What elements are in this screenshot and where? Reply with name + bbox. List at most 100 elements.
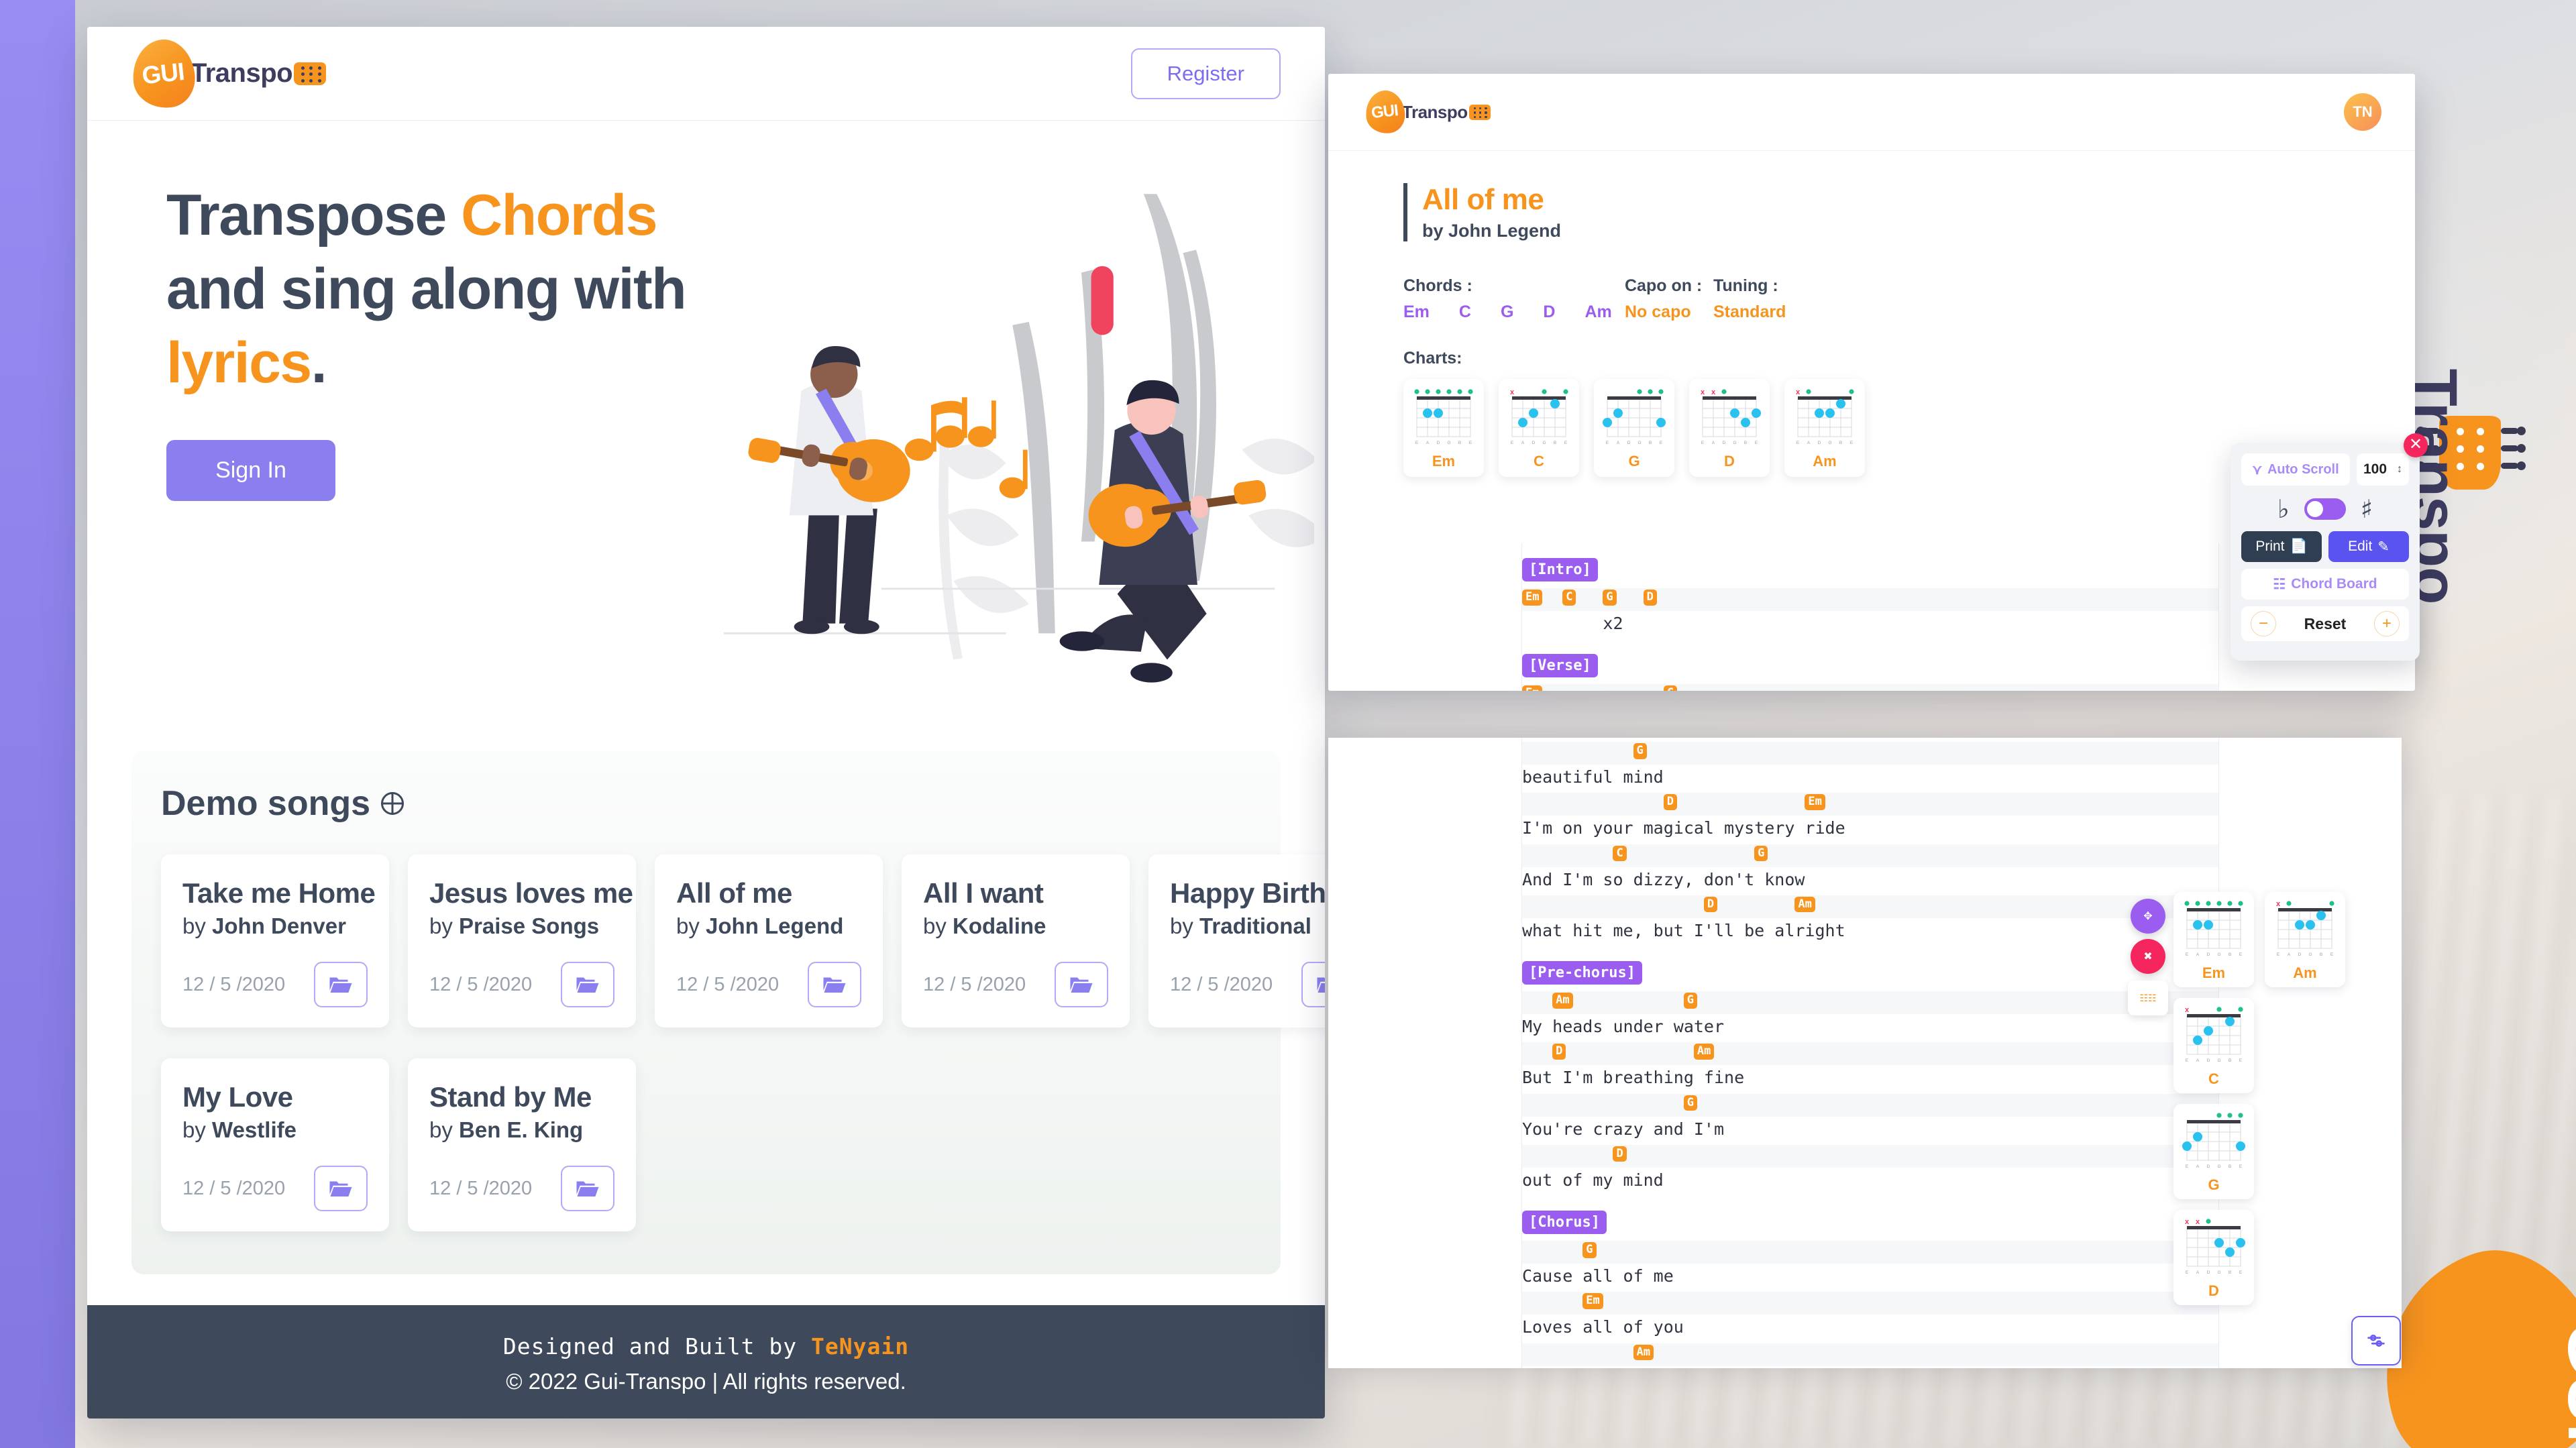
svg-text:G: G — [1733, 441, 1736, 445]
chord-board-button[interactable]: ☷ Chord Board — [2241, 569, 2409, 600]
chord-chip[interactable]: Am — [1552, 993, 1573, 1009]
close-circle-icon[interactable]: ✖ — [2131, 939, 2165, 974]
open-song-button[interactable] — [314, 962, 368, 1007]
chord-chart-card[interactable]: xx E A D G B E D — [2174, 1210, 2254, 1305]
chord-chip[interactable]: Em — [1522, 590, 1543, 606]
tuning-value: Standard — [1713, 302, 1786, 321]
svg-text:E: E — [2186, 1058, 2189, 1063]
song-card[interactable]: All of me by John Legend 12 / 5 /2020 — [655, 854, 883, 1027]
open-song-button[interactable] — [314, 1166, 368, 1211]
section-tag: [Intro] — [1522, 558, 1598, 581]
chord-chip[interactable]: C — [1663, 685, 1677, 691]
chord-chip[interactable]: Em — [1805, 794, 1825, 810]
song-card[interactable]: Jesus loves me by Praise Songs 12 / 5 /202… — [408, 854, 636, 1027]
song-meta-row: Chords : Em C G D Am Capo on : No capo Tunin… — [1403, 276, 2415, 322]
settings-sliders-button[interactable] — [2351, 1316, 2401, 1366]
chord-line: Em C G D — [1522, 588, 2218, 611]
chord-chip[interactable]: Am — [1693, 1044, 1715, 1060]
svg-text:D: D — [2298, 952, 2302, 957]
chord-chart-card[interactable]: x E A D G B E Am — [2265, 892, 2345, 987]
board-frame-icon: ☷ — [2273, 576, 2286, 592]
auto-scroll-button[interactable]: ⋎ Auto Scroll — [2241, 453, 2350, 486]
chord-chip[interactable]: Em — [1582, 1293, 1603, 1309]
song-card[interactable]: My Love by Westlife 12 / 5 /2020 — [161, 1058, 389, 1231]
song-card-artist: by Kodaline — [923, 913, 1046, 938]
chord-chart-card[interactable]: xx E A D G B E D — [1689, 379, 1770, 477]
chord-diagram-C: x E A D G B E — [2185, 1006, 2243, 1063]
brand-logo[interactable]: GUI Transpo — [129, 36, 327, 111]
flat-sharp-toggle[interactable] — [2304, 498, 2346, 520]
song-navbar: GUI Transpo TN — [1328, 74, 2415, 151]
chord-board-label: Chord Board — [2291, 576, 2377, 592]
open-song-button[interactable] — [1055, 962, 1108, 1007]
lyrics-scroll-area[interactable]: Gbeautiful mind D Em I'm on your magical my… — [1521, 738, 2219, 1368]
edit-button[interactable]: Edit ✎ — [2328, 531, 2409, 562]
hero-line2: and sing along with — [166, 257, 687, 322]
register-button[interactable]: Register — [1130, 48, 1281, 99]
svg-text:B: B — [2229, 1164, 2231, 1169]
svg-text:D: D — [2207, 952, 2210, 957]
print-button[interactable]: Print 📄 — [2241, 531, 2322, 562]
folder-open-icon — [823, 977, 846, 993]
chord-chart-card[interactable]: x E A D G B E C — [1499, 379, 1579, 477]
chord-chip[interactable]: C — [1562, 590, 1576, 606]
svg-text:x: x — [2185, 1218, 2190, 1226]
chord-chip[interactable]: Am — [1794, 896, 1815, 913]
speed-stepper[interactable]: 100 ↕ — [2357, 453, 2409, 486]
svg-text:E: E — [2277, 952, 2280, 957]
open-song-button[interactable] — [561, 1166, 614, 1211]
landing-page-window: GUI Transpo Register Transpose Chords an… — [87, 27, 1325, 1418]
chord-chip[interactable]: G — [1754, 845, 1768, 862]
chord-chip[interactable]: D — [1643, 590, 1657, 606]
chord-chart-card[interactable]: E A D G B E Em — [1403, 379, 1484, 477]
chord-diagram-Em: EADGBE — [1414, 389, 1473, 445]
chord-chip[interactable]: C — [1613, 845, 1627, 862]
svg-text:E: E — [1511, 441, 1514, 445]
chord-chart-card[interactable]: E A D G B E G — [1594, 379, 1674, 477]
chord-chip[interactable]: G — [1633, 743, 1647, 759]
avatar[interactable]: TN — [2344, 93, 2381, 131]
chord-chart-card[interactable]: x E A D G B E C — [2174, 998, 2254, 1093]
chevrons-down-icon: ⋎ — [2252, 462, 2262, 478]
chord-chip[interactable]: Em — [1522, 685, 1543, 691]
svg-text:B: B — [1744, 441, 1747, 445]
song-card[interactable]: Happy Birthday by Traditional 12 / 5 /2020 — [1148, 854, 1325, 1027]
fretboard-toggle-icon[interactable]: ☷☷ — [2128, 981, 2168, 1015]
demo-songs-heading: Demo songs — [161, 783, 1251, 824]
section-tag: [Verse] — [1522, 654, 1598, 678]
chord-chip[interactable]: D — [1703, 896, 1718, 913]
svg-text:D: D — [1818, 441, 1821, 445]
lyrics-section: [Chorus] — [1522, 1196, 2218, 1241]
chord-chip[interactable]: D — [1552, 1044, 1566, 1060]
chord-name: C — [1458, 302, 1471, 321]
chord-chip[interactable]: G — [1582, 1242, 1597, 1258]
chord-diagram-Am: x E A D G B E — [2276, 900, 2334, 957]
chord-chart-card[interactable]: E A D G B E G — [2174, 1104, 2254, 1199]
chord-chip[interactable]: Am — [1633, 1344, 1654, 1361]
chord-chip[interactable]: D — [1663, 794, 1677, 810]
chord-chart-card[interactable]: E A D G B E Em — [2174, 892, 2254, 987]
chord-chip[interactable]: G — [1683, 993, 1698, 1009]
svg-text:G: G — [1542, 441, 1546, 445]
brand-logo-small[interactable]: GUI Transpo — [1363, 89, 1491, 135]
chord-line: D Am — [1522, 1042, 2218, 1066]
signin-button[interactable]: Sign In — [166, 440, 335, 502]
move-handle-icon[interactable]: ✥ — [2131, 899, 2165, 934]
transpose-up-button[interactable]: + — [2374, 611, 2400, 636]
open-song-button[interactable] — [561, 962, 614, 1007]
chord-chart-card[interactable]: x E A D G B E Am — [1784, 379, 1865, 477]
open-song-button[interactable] — [808, 962, 861, 1007]
song-card[interactable]: All I want by Kodaline 12 / 5 /2020 — [902, 854, 1130, 1027]
svg-text:A: A — [1617, 441, 1620, 445]
open-song-button[interactable] — [1301, 962, 1325, 1007]
song-card[interactable]: Take me Home by John Denver 12 / 5 /2020 — [161, 854, 389, 1027]
chord-line: Am G — [1522, 991, 2218, 1014]
reset-button[interactable]: Reset — [2304, 615, 2347, 633]
close-icon[interactable]: ✕ — [2404, 433, 2428, 457]
footer-author-link[interactable]: TeNyain — [811, 1333, 909, 1359]
song-card[interactable]: Stand by Me by Ben E. King 12 / 5 /2020 — [408, 1058, 636, 1231]
transpose-down-button[interactable]: − — [2251, 611, 2276, 636]
chord-chip[interactable]: G — [1683, 1095, 1698, 1111]
chord-chip[interactable]: G — [1603, 590, 1617, 606]
chord-chip[interactable]: D — [1613, 1146, 1627, 1162]
